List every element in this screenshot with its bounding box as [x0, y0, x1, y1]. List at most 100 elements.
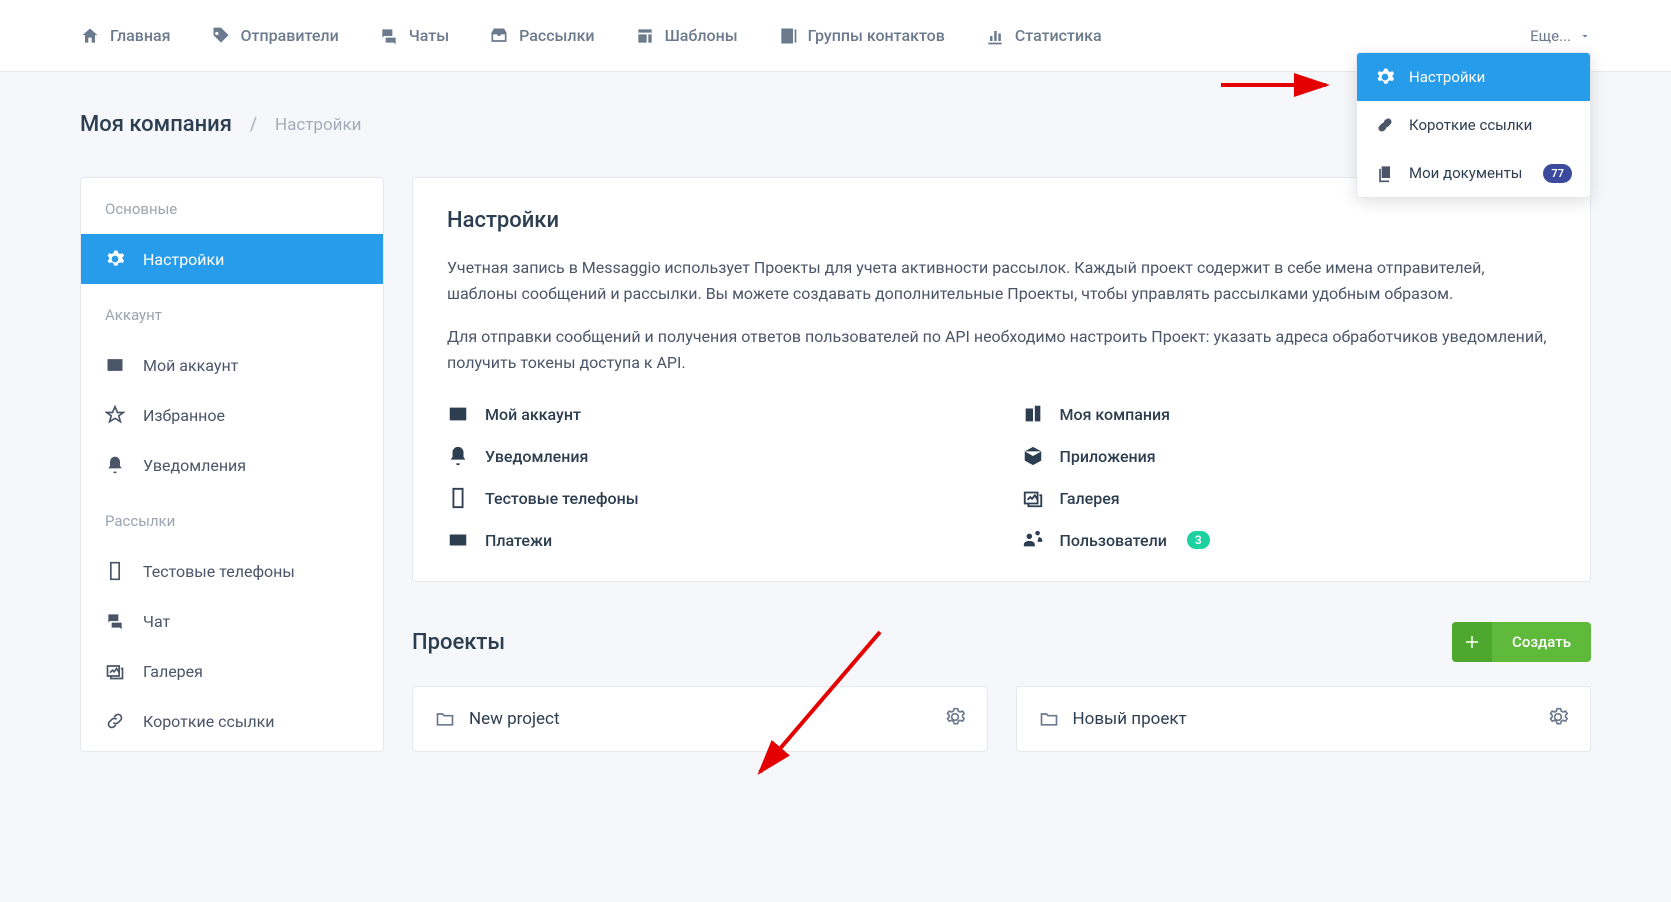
- home-icon: [80, 26, 100, 46]
- template-icon: [635, 26, 655, 46]
- sidebar: Основные Настройки Аккаунт Мой аккаунт И…: [80, 177, 384, 752]
- nav-more-label: Еще...: [1530, 27, 1571, 45]
- link-icon: [1375, 115, 1395, 135]
- settings-link-label: Моя компания: [1060, 405, 1171, 424]
- nav-more[interactable]: Еще...: [1530, 27, 1591, 45]
- sidebar-item-label: Настройки: [143, 250, 224, 269]
- sidebar-item-label: Галерея: [143, 662, 203, 681]
- settings-link-my-account[interactable]: Мой аккаунт: [447, 403, 982, 425]
- settings-link-my-company[interactable]: Моя компания: [1022, 403, 1557, 425]
- tag-icon: [211, 26, 231, 46]
- bell-icon: [105, 455, 125, 475]
- id-card-icon: [447, 403, 469, 425]
- id-card-icon: [105, 355, 125, 375]
- breadcrumb-current: Настройки: [275, 115, 362, 135]
- projects-title: Проекты: [412, 630, 505, 655]
- projects-header: Проекты Создать: [412, 622, 1591, 662]
- dropdown-settings[interactable]: Настройки: [1357, 53, 1590, 101]
- sidebar-item-label: Тестовые телефоны: [143, 562, 295, 581]
- project-card[interactable]: New project: [412, 686, 988, 752]
- nav-broadcasts[interactable]: Рассылки: [489, 26, 594, 46]
- project-card[interactable]: Новый проект: [1016, 686, 1592, 752]
- nav-senders[interactable]: Отправители: [211, 26, 339, 46]
- building-icon: [1022, 403, 1044, 425]
- sidebar-item-label: Избранное: [143, 406, 225, 425]
- gear-icon: [1548, 707, 1568, 727]
- settings-panel: Настройки Учетная запись в Messaggio исп…: [412, 177, 1591, 582]
- dropdown-my-documents[interactable]: Мои документы 77: [1357, 149, 1590, 197]
- sidebar-section-title: Рассылки: [81, 490, 383, 546]
- gear-icon: [1375, 67, 1395, 87]
- project-settings-button[interactable]: [945, 707, 965, 731]
- nav-chats[interactable]: Чаты: [379, 26, 449, 46]
- settings-link-label: Приложения: [1060, 447, 1156, 466]
- sidebar-item-test-phones[interactable]: Тестовые телефоны: [81, 546, 383, 596]
- sidebar-item-label: Уведомления: [143, 456, 246, 475]
- gear-icon: [945, 707, 965, 727]
- sidebar-item-gallery[interactable]: Галерея: [81, 646, 383, 696]
- box-icon: [1022, 445, 1044, 467]
- folder-icon: [435, 709, 455, 729]
- nav-statistics[interactable]: Статистика: [985, 26, 1102, 46]
- page: Настройки Короткие ссылки Мои документы …: [0, 72, 1671, 792]
- chat-icon: [105, 611, 125, 631]
- gallery-icon: [105, 661, 125, 681]
- nav-label: Отправители: [241, 26, 339, 45]
- settings-link-label: Платежи: [485, 531, 552, 550]
- stats-icon: [985, 26, 1005, 46]
- bell-icon: [447, 445, 469, 467]
- nav-templates[interactable]: Шаблоны: [635, 26, 738, 46]
- sidebar-item-my-account[interactable]: Мой аккаунт: [81, 340, 383, 390]
- sidebar-item-short-links[interactable]: Короткие ссылки: [81, 696, 383, 746]
- gear-icon: [105, 249, 125, 269]
- nav-home[interactable]: Главная: [80, 26, 171, 46]
- sidebar-item-notifications[interactable]: Уведомления: [81, 440, 383, 490]
- sidebar-item-label: Чат: [143, 612, 170, 631]
- nav-label: Шаблоны: [665, 26, 738, 45]
- create-button-label: Создать: [1492, 633, 1591, 651]
- wallet-icon: [447, 529, 469, 551]
- chat-icon: [379, 26, 399, 46]
- settings-link-label: Уведомления: [485, 447, 588, 466]
- sidebar-item-label: Мой аккаунт: [143, 356, 238, 375]
- contacts-icon: [778, 26, 798, 46]
- badge: 77: [1543, 164, 1572, 183]
- sidebar-item-chat[interactable]: Чат: [81, 596, 383, 646]
- project-settings-button[interactable]: [1548, 707, 1568, 731]
- main-content: Настройки Учетная запись в Messaggio исп…: [412, 177, 1591, 752]
- nav-contact-groups[interactable]: Группы контактов: [778, 26, 945, 46]
- settings-link-label: Мой аккаунт: [485, 405, 581, 424]
- dropdown-label: Мои документы: [1409, 164, 1522, 182]
- settings-link-notifications[interactable]: Уведомления: [447, 445, 982, 467]
- sidebar-item-settings[interactable]: Настройки: [81, 234, 383, 284]
- settings-link-gallery[interactable]: Галерея: [1022, 487, 1557, 509]
- more-dropdown: Настройки Короткие ссылки Мои документы …: [1356, 52, 1591, 198]
- nav-label: Главная: [110, 26, 171, 45]
- settings-link-users[interactable]: Пользователи 3: [1022, 529, 1557, 551]
- settings-link-test-phones[interactable]: Тестовые телефоны: [447, 487, 982, 509]
- nav-label: Рассылки: [519, 26, 594, 45]
- breadcrumb-separator: /: [250, 114, 257, 135]
- settings-link-apps[interactable]: Приложения: [1022, 445, 1557, 467]
- sidebar-section-title: Основные: [81, 178, 383, 234]
- dropdown-short-links[interactable]: Короткие ссылки: [1357, 101, 1590, 149]
- settings-link-label: Галерея: [1060, 489, 1120, 508]
- settings-link-payments[interactable]: Платежи: [447, 529, 982, 551]
- sidebar-section-title: Аккаунт: [81, 284, 383, 340]
- documents-icon: [1375, 163, 1395, 183]
- sidebar-item-favorites[interactable]: Избранное: [81, 390, 383, 440]
- settings-link-label: Пользователи: [1060, 531, 1167, 550]
- phone-icon: [105, 561, 125, 581]
- plus-icon: [1463, 633, 1481, 651]
- chevron-down-icon: [1579, 30, 1591, 42]
- inbox-icon: [489, 26, 509, 46]
- panel-paragraph: Для отправки сообщений и получения ответ…: [447, 324, 1556, 375]
- users-icon: [1022, 529, 1044, 551]
- breadcrumb-root[interactable]: Моя компания: [80, 112, 232, 137]
- dropdown-label: Настройки: [1409, 68, 1485, 86]
- sidebar-item-label: Короткие ссылки: [143, 712, 274, 731]
- create-project-button[interactable]: Создать: [1452, 622, 1591, 662]
- gallery-icon: [1022, 487, 1044, 509]
- panel-title: Настройки: [447, 208, 1556, 233]
- project-name: New project: [469, 709, 560, 729]
